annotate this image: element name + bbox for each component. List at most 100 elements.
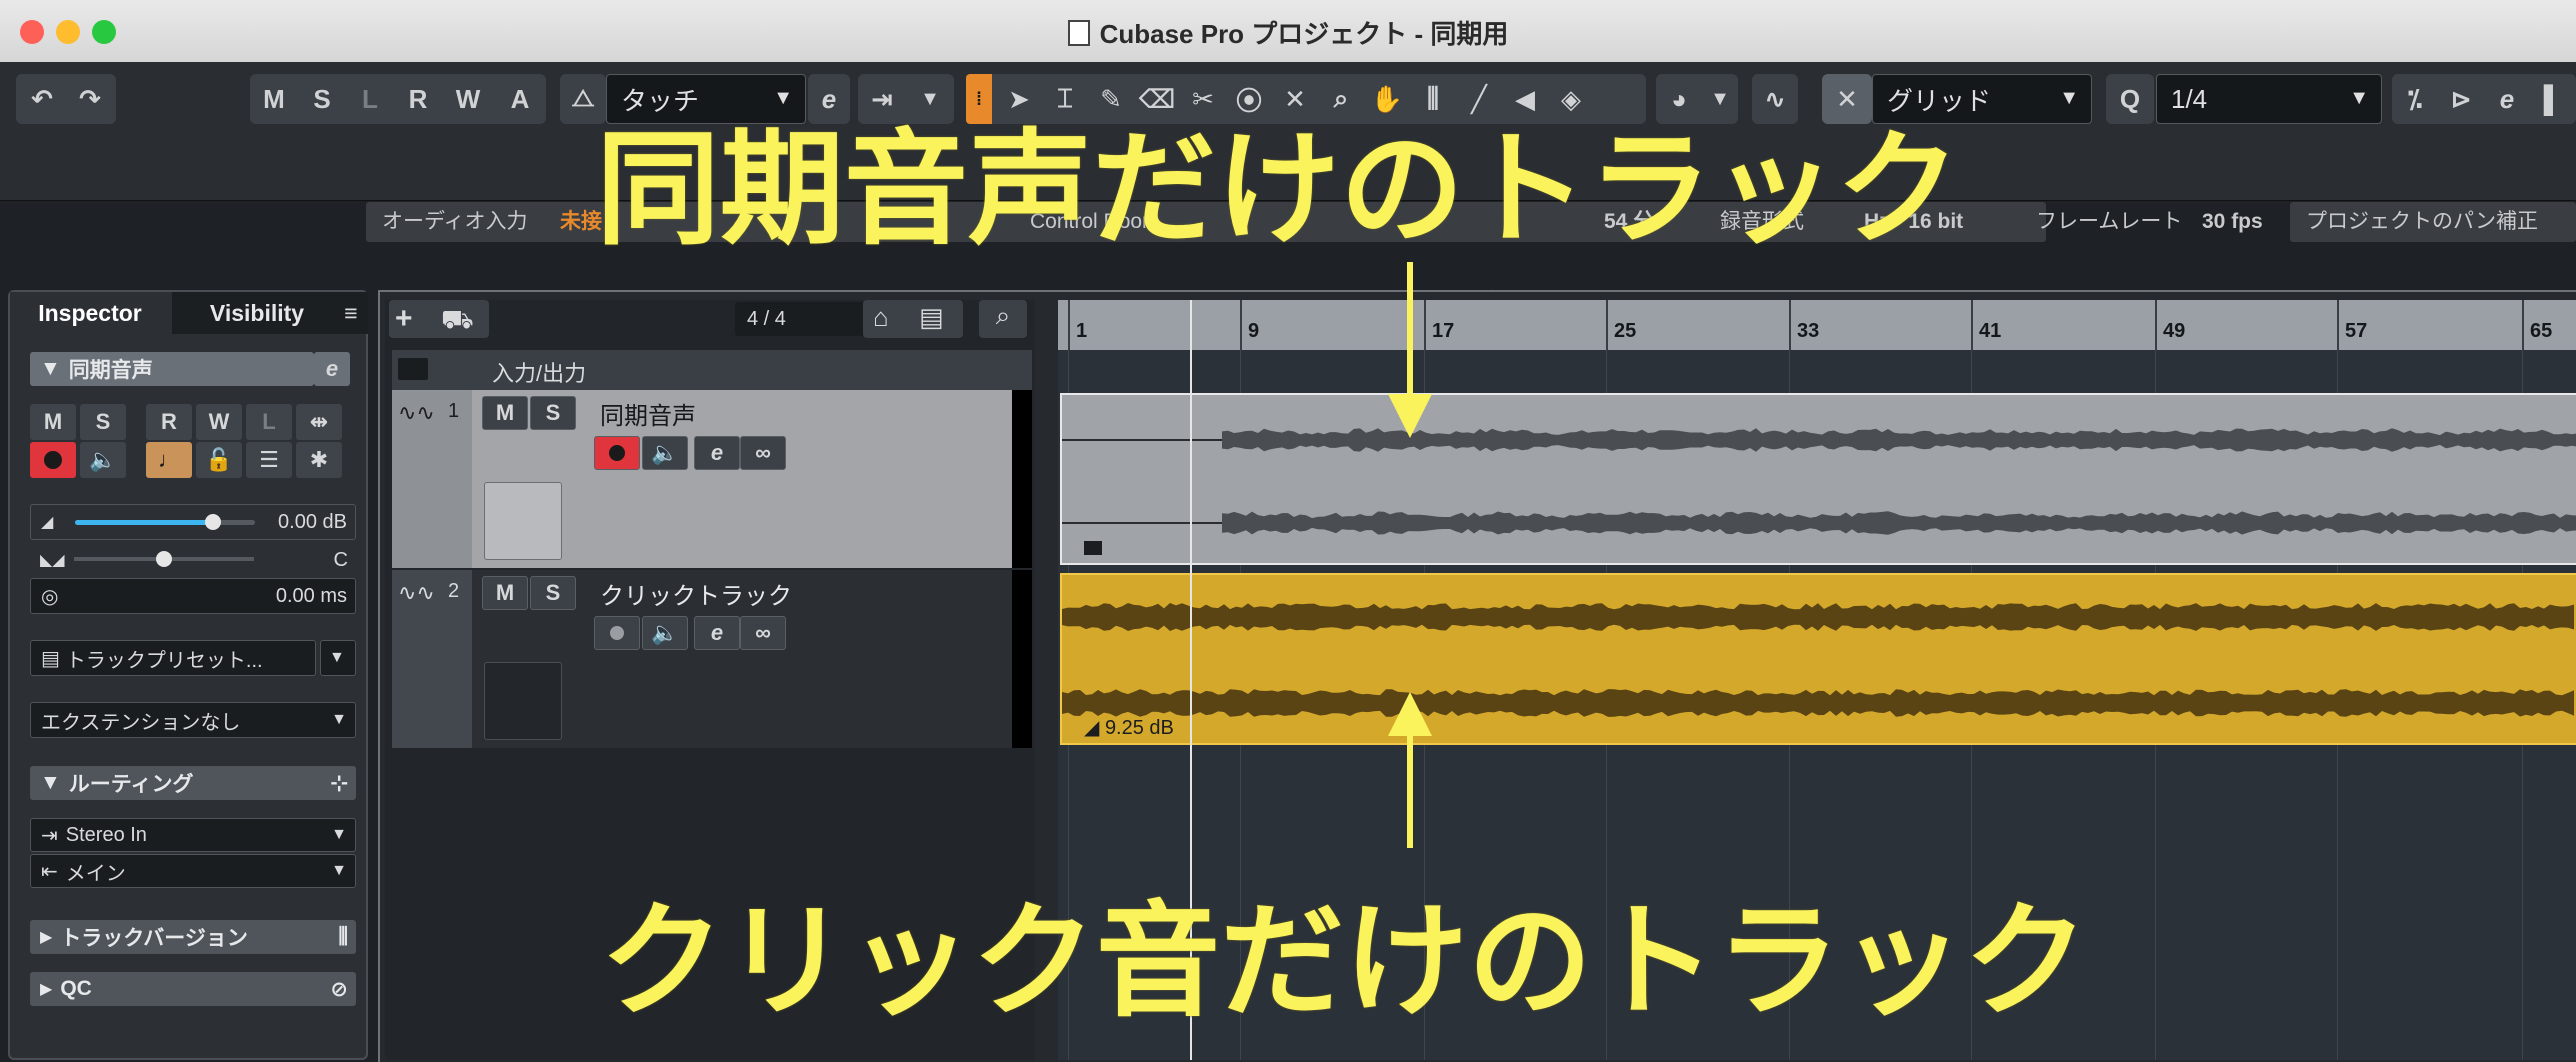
track-1-edit-icon[interactable]: e: [694, 436, 740, 470]
tab-visibility[interactable]: Visibility: [172, 292, 342, 334]
folder-track[interactable]: 入力/出力: [392, 350, 1032, 390]
range-tool-icon[interactable]: ⌶: [1042, 74, 1088, 124]
volume-slider[interactable]: [75, 514, 255, 530]
search-icon[interactable]: ⌕: [979, 300, 1027, 338]
edit-channel-icon[interactable]: e: [314, 352, 350, 386]
solo-all-button[interactable]: S: [298, 74, 346, 124]
audio-track-2[interactable]: ∿∿ 2 M S クリックトラック 🔈 e ∞: [392, 570, 1032, 748]
visibility-icon[interactable]: ⌂: [873, 302, 889, 333]
glue-tool-icon[interactable]: ⦿: [1226, 74, 1272, 124]
timebase-icon[interactable]: ♩: [146, 442, 192, 478]
track-2-monitor-icon[interactable]: 🔈: [642, 616, 688, 650]
track-1-monitor-icon[interactable]: 🔈: [642, 436, 688, 470]
inspector-panel: Inspector Visibility ≡ ▼ 同期音声 e M S R W L…: [8, 290, 368, 1060]
track-1-name[interactable]: 同期音声: [600, 396, 696, 431]
track-1-mute-button[interactable]: M: [482, 396, 528, 430]
write-all-button[interactable]: W: [442, 74, 494, 124]
output-routing-select[interactable]: ⇤ メイン ▼: [30, 854, 356, 888]
input-routing-select[interactable]: ⇥ Stereo In ▼: [30, 818, 356, 852]
track-2-mute-button[interactable]: M: [482, 576, 528, 610]
track-2-name[interactable]: クリックトラック: [600, 576, 792, 611]
track-versions-header[interactable]: ▶ トラックバージョン ⫼: [30, 920, 356, 954]
lock-icon[interactable]: 🔓: [196, 442, 242, 478]
ruler-tick: [1068, 300, 1070, 350]
inspector-solo-button[interactable]: S: [80, 404, 126, 440]
asterisk-icon[interactable]: ✱: [296, 442, 342, 478]
read-all-button[interactable]: R: [394, 74, 442, 124]
pan-value[interactable]: C: [334, 549, 348, 572]
automation-panel-button[interactable]: A: [494, 74, 546, 124]
track-1-record-icon[interactable]: [594, 436, 640, 470]
track-2-channel-icon[interactable]: ∞: [740, 616, 786, 650]
track-list-tools: + ⛟: [389, 300, 489, 338]
quantize-swing-icon[interactable]: ⁒: [2392, 74, 2438, 124]
record-enable-icon[interactable]: [30, 442, 76, 478]
pan-slider[interactable]: [74, 551, 254, 567]
lanes-icon[interactable]: ☰: [246, 442, 292, 478]
sync-audio-event[interactable]: [1060, 393, 2576, 565]
tools-pin-icon[interactable]: ⁞: [966, 74, 992, 124]
zoom-tool-icon[interactable]: ⌕: [1318, 74, 1364, 124]
hand-tool-icon[interactable]: ✋: [1364, 74, 1410, 124]
volume-value[interactable]: 0.00 dB: [278, 511, 347, 534]
fade-handle-icon[interactable]: [1084, 541, 1102, 555]
select-tool-icon[interactable]: ➤: [996, 74, 1042, 124]
snap-zero-crossing-icon[interactable]: ∿: [1752, 74, 1798, 124]
autoscroll-icon[interactable]: ⇥: [858, 74, 906, 124]
track-2-edit-icon[interactable]: e: [694, 616, 740, 650]
chevron-down-icon[interactable]: ▼: [1702, 74, 1738, 124]
tab-inspector[interactable]: Inspector: [10, 292, 170, 334]
automation-mode-select[interactable]: タッチ ▼: [606, 74, 806, 124]
quantize-icon[interactable]: Q: [2106, 74, 2154, 124]
automation-icon[interactable]: ⧍: [560, 74, 606, 124]
track-2-solo-button[interactable]: S: [530, 576, 576, 610]
freeze-icon[interactable]: ⇹: [296, 404, 342, 440]
track-list-menu-icon[interactable]: ▤: [919, 302, 944, 333]
play-tool-icon[interactable]: ◀: [1502, 74, 1548, 124]
inspector-mute-button[interactable]: M: [30, 404, 76, 440]
snap-type-select[interactable]: グリッド ▼: [1872, 74, 2092, 124]
track-1-solo-button[interactable]: S: [530, 396, 576, 430]
automation-edit-icon[interactable]: e: [808, 74, 850, 124]
erase-tool-icon[interactable]: ⌫: [1134, 74, 1180, 124]
inspector-menu-icon[interactable]: ≡: [334, 292, 368, 334]
quantize-apply-icon[interactable]: ⊳: [2438, 74, 2484, 124]
track-preset-field[interactable]: ▤ トラックプリセット...: [30, 640, 316, 676]
quantize-panel-icon[interactable]: e: [2484, 74, 2530, 124]
draw-tool-icon[interactable]: ✎: [1088, 74, 1134, 124]
delay-value[interactable]: 0.00 ms: [276, 585, 347, 608]
routing-section-header[interactable]: ▼ ルーティング ⊹: [30, 766, 356, 800]
mute-all-button[interactable]: M: [250, 74, 298, 124]
track-1-channel-icon[interactable]: ∞: [740, 436, 786, 470]
redo-icon[interactable]: ↷: [68, 74, 112, 124]
undo-icon[interactable]: ↶: [20, 74, 64, 124]
chevron-down-icon[interactable]: ▼: [320, 640, 356, 676]
split-tool-icon[interactable]: ✂: [1180, 74, 1226, 124]
track-2-record-icon[interactable]: [594, 616, 640, 650]
inspector-read-button[interactable]: R: [146, 404, 192, 440]
chevron-down-icon[interactable]: ▼: [906, 74, 954, 124]
line-tool-icon[interactable]: ╱: [1456, 74, 1502, 124]
mute-tool-icon[interactable]: ✕: [1272, 74, 1318, 124]
inspector-listen-button[interactable]: L: [246, 404, 292, 440]
color-palette-icon[interactable]: ◕: [1656, 74, 1702, 124]
snap-on-icon[interactable]: ✕: [1822, 74, 1872, 124]
timeline-ruler[interactable]: 1 9 17 25 33 41 49 57 65: [1058, 300, 2576, 350]
chevron-down-icon: ▼: [40, 357, 61, 380]
audio-track-1[interactable]: ∿∿ 1 M S 同期音声 🔈 e ∞: [392, 390, 1032, 568]
click-audio-event[interactable]: ◢ 9.25 dB: [1060, 573, 2576, 745]
ruler-bar-label: 41: [1979, 320, 2002, 342]
inspector-track-header[interactable]: ▼ 同期音声: [30, 352, 314, 386]
toolbar-more-icon[interactable]: ▌: [2530, 74, 2576, 124]
extension-select[interactable]: エクステンションなし ▼: [30, 702, 356, 738]
track-preset-icon[interactable]: ⛟: [441, 304, 474, 339]
timewarp-tool-icon[interactable]: ⫼: [1410, 74, 1456, 124]
waveform-icon: ∿∿: [398, 580, 435, 605]
qc-section-header[interactable]: ▶ QC ⊘: [30, 972, 356, 1006]
inspector-write-button[interactable]: W: [196, 404, 242, 440]
add-track-icon[interactable]: +: [395, 302, 413, 336]
quantize-value-select[interactable]: 1/4 ▼: [2156, 74, 2382, 124]
color-tool-icon[interactable]: ◈: [1548, 74, 1594, 124]
listen-all-button[interactable]: L: [346, 74, 394, 124]
monitor-icon[interactable]: 🔈: [80, 442, 126, 478]
